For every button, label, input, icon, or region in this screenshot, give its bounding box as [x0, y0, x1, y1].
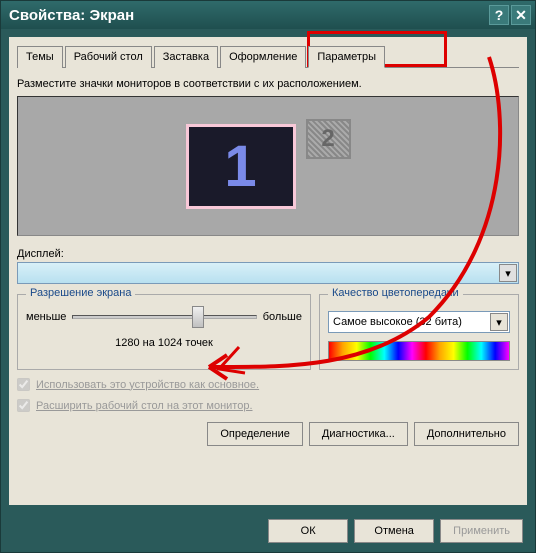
monitor-arrangement[interactable]: 1 2 [17, 96, 519, 236]
apply-button: Применить [440, 519, 523, 543]
combo-arrow-icon[interactable]: ▾ [490, 313, 508, 331]
primary-checkbox [17, 378, 30, 391]
ok-button[interactable]: ОК [268, 519, 348, 543]
color-preview [328, 341, 510, 361]
diagnose-button[interactable]: Диагностика... [309, 422, 408, 446]
color-combo[interactable]: Самое высокое (32 бита) ▾ [328, 311, 510, 333]
resolution-more-label: больше [263, 311, 302, 323]
tab-strip: Темы Рабочий стол Заставка Оформление Па… [17, 45, 519, 68]
identify-button[interactable]: Определение [207, 422, 303, 446]
resolution-less-label: меньше [26, 311, 66, 323]
tab-themes[interactable]: Темы [17, 46, 63, 68]
monitor-2-label: 2 [321, 125, 334, 153]
color-quality-group: Качество цветопередачи Самое высокое (32… [319, 294, 519, 370]
titlebar[interactable]: Свойства: Экран ? ✕ [1, 1, 535, 29]
extend-checkbox [17, 399, 30, 412]
tab-desktop[interactable]: Рабочий стол [65, 46, 152, 68]
extend-desktop-row: Расширить рабочий стол на этот монитор. [17, 399, 519, 412]
display-properties-window: Свойства: Экран ? ✕ Темы Рабочий стол За… [0, 0, 536, 553]
extend-label: Расширить рабочий стол на этот монитор. [36, 400, 253, 412]
color-title: Качество цветопередачи [328, 287, 463, 299]
tab-settings[interactable]: Параметры [308, 46, 385, 68]
dialog-content: Темы Рабочий стол Заставка Оформление Па… [9, 37, 527, 505]
display-label: Дисплей: [17, 248, 519, 260]
close-button[interactable]: ✕ [511, 5, 531, 25]
dropdown-arrow-icon[interactable]: ▾ [499, 264, 517, 282]
monitor-1-label: 1 [224, 133, 256, 200]
primary-device-row: Использовать это устройство как основное… [17, 378, 519, 391]
tab-screensaver[interactable]: Заставка [154, 46, 218, 68]
slider-thumb[interactable] [192, 306, 204, 328]
resolution-title: Разрешение экрана [26, 287, 135, 299]
display-dropdown[interactable]: ▾ [17, 262, 519, 284]
resolution-slider[interactable] [72, 315, 256, 319]
advanced-button[interactable]: Дополнительно [414, 422, 519, 446]
monitor-1[interactable]: 1 [186, 124, 296, 209]
primary-label: Использовать это устройство как основное… [36, 379, 259, 391]
dialog-footer: ОК Отмена Применить [1, 513, 535, 549]
window-title: Свойства: Экран [5, 7, 489, 24]
monitor-2[interactable]: 2 [306, 119, 351, 159]
help-button[interactable]: ? [489, 5, 509, 25]
instruction-text: Разместите значки мониторов в соответств… [17, 78, 519, 90]
tab-appearance[interactable]: Оформление [220, 46, 306, 68]
cancel-button[interactable]: Отмена [354, 519, 434, 543]
resolution-group: Разрешение экрана меньше больше 1280 на … [17, 294, 311, 370]
resolution-value: 1280 на 1024 точек [26, 337, 302, 349]
color-value: Самое высокое (32 бита) [333, 316, 462, 328]
